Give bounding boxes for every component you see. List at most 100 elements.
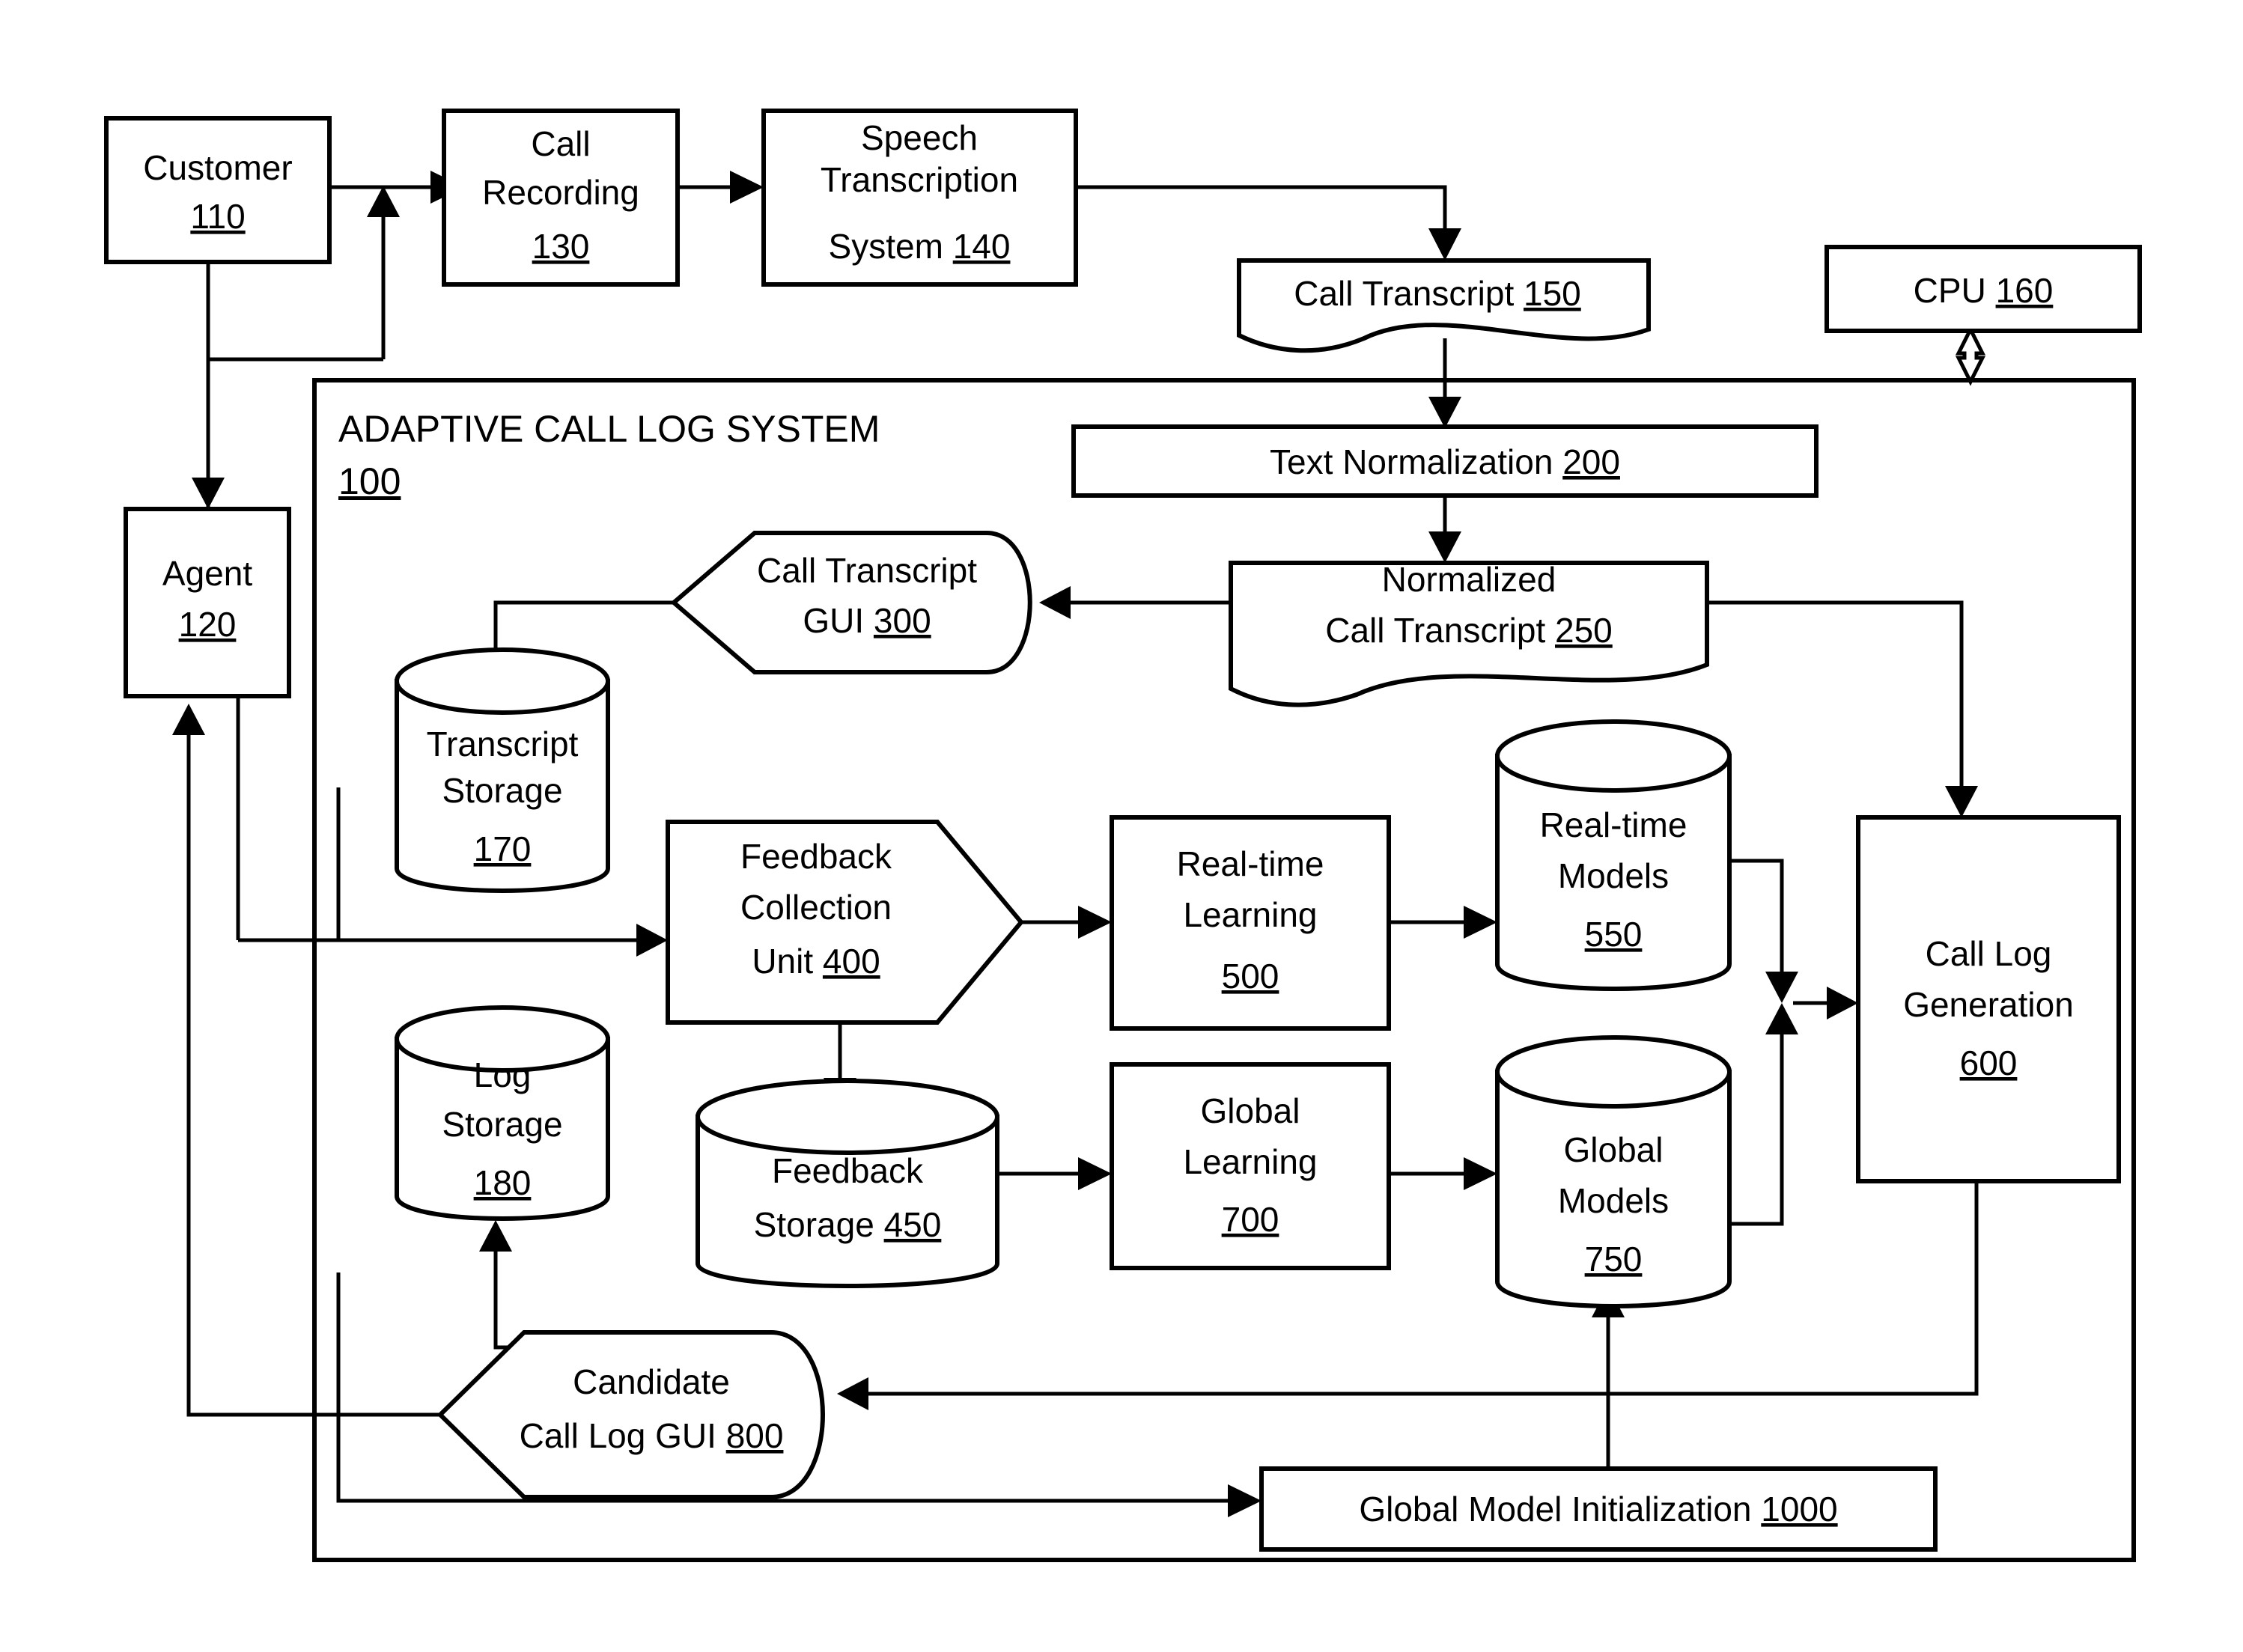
feedback-storage-label-line2: Storage 450 <box>754 1205 942 1244</box>
realtime-models-ref: 550 <box>1585 915 1643 954</box>
cpu-label: CPU 160 <box>1914 271 2054 310</box>
feedback-storage-label-line1: Feedback <box>772 1151 924 1190</box>
customer-box[interactable] <box>104 116 332 264</box>
transcript-gui-label-line2: GUI 300 <box>803 601 931 640</box>
speech-label-line3: System 140 <box>829 227 1011 266</box>
node-realtime-models[interactable]: Real-time Models 550 <box>1495 719 1732 991</box>
realtime-models-top <box>1495 719 1732 793</box>
node-call-recording[interactable]: Call Recording 130 <box>442 109 680 287</box>
edge-transcript-gui-to-storage <box>493 600 674 653</box>
arrowhead-to-agent-feedback <box>172 704 205 735</box>
realtime-models-label-line1: Real-time <box>1540 805 1687 844</box>
text-normalization-label: Text Normalization 200 <box>1270 442 1620 481</box>
node-feedback-collection-unit[interactable]: Feedback Collection Unit 400 <box>666 820 1024 1025</box>
global-models-label-line2: Models <box>1558 1181 1669 1220</box>
customer-label-line1: Customer <box>143 148 292 187</box>
arrowhead-agent-join <box>367 186 400 217</box>
node-feedback-storage[interactable]: Feedback Storage 450 <box>696 1079 999 1288</box>
transcript-storage-label-line1: Transcript <box>427 725 579 763</box>
node-candidate-call-log-gui[interactable]: Candidate Call Log GUI 800 <box>436 1330 825 1499</box>
normalized-label-line1: Normalized <box>1382 560 1556 599</box>
arrowhead-to-text-normalization <box>1428 397 1461 428</box>
arrowhead-to-global-learning <box>1078 1157 1112 1190</box>
arrowhead-to-speech <box>730 171 764 204</box>
transcript-gui-label-line1: Call Transcript <box>757 551 977 590</box>
edge-call-log-gen-to-candidate-gui <box>868 1181 1979 1396</box>
normalized-label-line2: Call Transcript 250 <box>1325 611 1613 650</box>
system-title-group: ADAPTIVE CALL LOG SYSTEM 100 <box>338 408 880 502</box>
speech-label-line1: Speech <box>861 118 978 157</box>
candidate-call-log-gui-shape[interactable] <box>436 1330 825 1499</box>
global-learning-label-line2: Learning <box>1183 1142 1317 1181</box>
customer-ref: 110 <box>190 197 245 236</box>
node-agent[interactable]: Agent 120 <box>124 507 291 698</box>
transcript-storage-top <box>395 647 610 715</box>
node-realtime-learning[interactable]: Real-time Learning 500 <box>1110 815 1391 1031</box>
global-init-label: Global Model Initialization 1000 <box>1359 1490 1837 1528</box>
node-global-models[interactable]: Global Models 750 <box>1495 1035 1732 1308</box>
node-transcript-storage[interactable]: Transcript Storage 170 <box>395 647 610 893</box>
call-log-gen-label-line2: Generation <box>1903 985 2074 1024</box>
node-text-normalization[interactable]: Text Normalization 200 <box>1071 424 1819 498</box>
realtime-learning-label-line1: Real-time <box>1177 844 1324 883</box>
candidate-gui-label-line1: Candidate <box>573 1362 730 1401</box>
arrowhead-junction-down <box>1765 972 1798 1003</box>
node-cpu[interactable]: CPU 160 <box>1824 245 2142 333</box>
edge-global-models-to-junction <box>1729 1033 1784 1226</box>
node-global-learning[interactable]: Global Learning 700 <box>1110 1062 1391 1270</box>
node-normalized-call-transcript[interactable]: Normalized Call Transcript 250 <box>1229 560 1709 707</box>
transcript-storage-ref: 170 <box>474 829 532 868</box>
arrowhead-to-call-log-generation <box>1827 987 1858 1019</box>
system-title: ADAPTIVE CALL LOG SYSTEM <box>338 408 880 450</box>
node-customer[interactable]: Customer 110 <box>104 116 332 264</box>
edge-realtime-models-to-junction <box>1729 859 1784 973</box>
global-learning-label-line1: Global <box>1201 1091 1300 1130</box>
realtime-learning-ref: 500 <box>1222 957 1279 996</box>
feedback-unit-label-line1: Feedback <box>740 837 892 876</box>
arrowhead-to-call-transcript <box>1428 228 1461 260</box>
global-models-label-line1: Global <box>1564 1130 1664 1169</box>
realtime-models-label-line2: Models <box>1558 856 1669 895</box>
arrowhead-to-normalized-transcript <box>1428 531 1461 563</box>
arrowhead-to-global-init <box>1228 1484 1262 1517</box>
global-learning-ref: 700 <box>1222 1200 1279 1239</box>
node-call-transcript-document[interactable]: Call Transcript 150 <box>1237 258 1651 353</box>
agent-ref: 120 <box>179 605 237 644</box>
call-recording-label-line1: Call <box>531 124 590 163</box>
arrowhead-to-agent <box>192 478 225 509</box>
edge-speech-to-transcript <box>1076 185 1447 228</box>
arrowhead-call-log-gen-top <box>1945 786 1978 817</box>
speech-label-line2: Transcription <box>821 160 1018 199</box>
system-block-diagram: Customer 110 Call Recording 130 Speech T… <box>104 109 2142 1562</box>
realtime-learning-label-line2: Learning <box>1183 895 1317 934</box>
candidate-gui-label-line2: Call Log GUI 800 <box>520 1416 784 1455</box>
call-transcript-label: Call Transcript 150 <box>1294 274 1581 313</box>
edge-normalized-to-call-log-gen <box>1707 600 1964 786</box>
node-log-storage[interactable]: Log Storage 180 <box>395 1005 610 1221</box>
node-speech-transcription-system[interactable]: Speech Transcription System 140 <box>761 109 1078 287</box>
arrowhead-to-transcript-gui <box>1039 586 1071 619</box>
arrowhead-to-global-models <box>1464 1157 1497 1190</box>
arrowhead-to-log-storage <box>479 1220 512 1252</box>
patent-figure: Customer 110 Call Recording 130 Speech T… <box>0 0 2243 1652</box>
node-call-log-generation[interactable]: Call Log Generation 600 <box>1856 815 2121 1183</box>
agent-box[interactable] <box>124 507 291 698</box>
feedback-unit-label-line3: Unit 400 <box>752 942 880 981</box>
log-storage-label-line2: Storage <box>442 1105 562 1144</box>
call-log-gen-label-line1: Call Log <box>1926 934 2052 973</box>
arrowhead-to-realtime-models <box>1464 906 1497 939</box>
arrowhead-junction-up <box>1765 1003 1798 1034</box>
arrowhead-to-feedback-unit-a <box>636 924 668 957</box>
double-arrow-cpu-icon <box>1955 325 1986 386</box>
system-title-ref: 100 <box>338 460 401 502</box>
call-recording-label-line2: Recording <box>482 173 639 212</box>
node-global-model-initialization[interactable]: Global Model Initialization 1000 <box>1259 1466 1938 1552</box>
agent-label-line1: Agent <box>162 554 252 593</box>
feedback-unit-label-line2: Collection <box>740 888 892 927</box>
node-call-transcript-gui[interactable]: Call Transcript GUI 300 <box>670 531 1032 674</box>
call-recording-ref: 130 <box>532 227 590 266</box>
transcript-storage-label-line2: Storage <box>442 771 562 810</box>
log-storage-ref: 180 <box>474 1163 532 1202</box>
log-storage-label-line1: Log <box>474 1055 532 1094</box>
global-models-top <box>1495 1035 1732 1109</box>
